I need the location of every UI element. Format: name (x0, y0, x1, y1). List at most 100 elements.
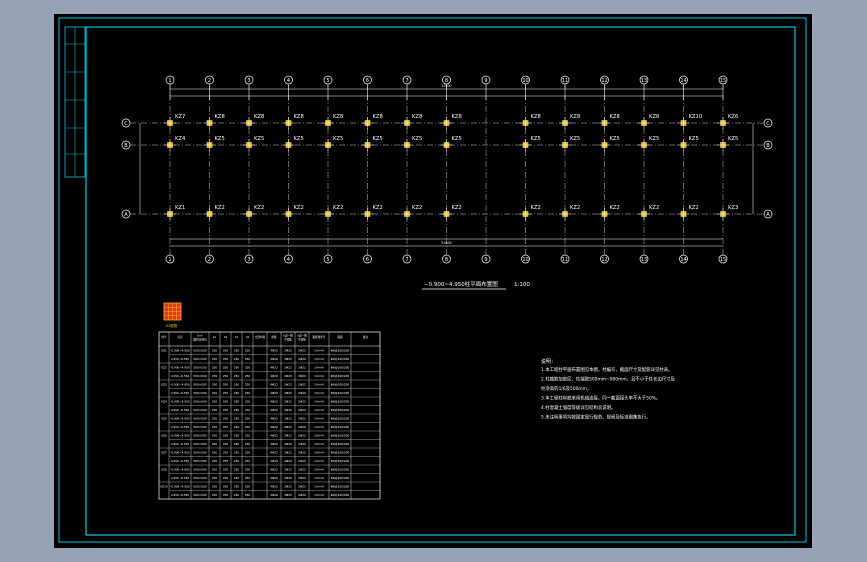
schedule-cell-17-6: 250 (245, 493, 251, 497)
schedule-cell-9-12: Φ8@100/200 (331, 425, 350, 429)
schedule-cell-14-0: KZ8 (161, 467, 167, 471)
schedule-cell-15-3: 250 (212, 476, 218, 480)
schedule-cell-5-4: 250 (223, 391, 229, 395)
axis-label-top-7: 7 (405, 78, 408, 84)
schedule-cell-17-4: 250 (223, 493, 229, 497)
schedule-cell-10-1: -0.900~4.950 (170, 433, 190, 437)
plan-scale: 1:100 (514, 282, 530, 288)
schedule-cell-15-1: 4.950~8.550 (171, 476, 190, 480)
schedule-header-0-0: 柱号 (161, 335, 167, 339)
schedule-cell-4-4: 250 (223, 382, 229, 386)
schedule-cell-9-1: 4.950~8.550 (171, 425, 190, 429)
schedule-cell-1-2: 500×500 (193, 357, 206, 361)
schedule-cell-14-4: 250 (223, 467, 229, 471)
column-label-B-13: KZ5 (649, 136, 659, 142)
schedule-cell-8-9: 2Φ22 (284, 416, 292, 420)
schedule-cell-1-12: Φ8@100/200 (331, 357, 350, 361)
column-label-A-10: KZ2 (531, 205, 541, 211)
schedule-cell-5-12: Φ8@100/200 (331, 391, 350, 395)
schedule-cell-2-9: 2Φ22 (284, 365, 292, 369)
schedule-cell-5-2: 500×500 (193, 391, 206, 395)
schedule-cell-9-11: 1(4×4) (314, 425, 324, 429)
schedule-cell-2-5: 250 (234, 365, 240, 369)
axis-label-bottom-7: 7 (405, 257, 408, 263)
schedule-cell-16-4: 250 (223, 484, 229, 488)
schedule-cell-5-10: 2Φ20 (298, 391, 306, 395)
schedule-header-10-1: 中部筋 (298, 337, 306, 341)
schedule-header-12-0: 箍筋 (337, 335, 343, 339)
schedule-header-2-1: (圆柱直径D) (193, 337, 207, 341)
schedule-cell-8-2: 500×500 (193, 416, 206, 420)
schedule-header-3-0: b1 (213, 335, 217, 339)
axis-label-bottom-3: 3 (247, 257, 250, 263)
axis-label-top-14: 14 (680, 78, 686, 84)
reinforcement-legend: KZ配筋 (163, 302, 182, 328)
column-label-C-4: KZ8 (294, 114, 304, 120)
row-label-left-C: C (124, 121, 128, 127)
binding-strip (64, 26, 86, 178)
legend-caption: KZ配筋 (166, 323, 178, 328)
schedule-cell-17-1: 4.950~8.550 (171, 493, 190, 497)
axis-label-bottom-1: 1 (168, 257, 171, 263)
column-label-C-8: KZ8 (452, 114, 462, 120)
cad-viewport[interactable]: 5340053400112233445566778899101011111212… (54, 14, 812, 548)
schedule-cell-12-0: KZ7 (161, 450, 167, 454)
notes-line-2: 2.柱箍筋加密区：柱端取500mm~900mm，且不小于柱长边尺寸及 (541, 376, 676, 383)
schedule-cell-3-10: 2Φ20 (298, 374, 306, 378)
axis-label-top-3: 3 (247, 78, 250, 84)
column-label-B-2: KZ5 (215, 136, 225, 142)
schedule-cell-0-1: -0.900~4.950 (170, 348, 190, 352)
column-label-C-11: KZ8 (570, 114, 580, 120)
schedule-cell-4-10: 2Φ22 (298, 382, 306, 386)
schedule-cell-2-12: Φ8@100/200 (331, 365, 350, 369)
schedule-cell-6-1: -0.900~4.950 (170, 399, 190, 403)
schedule-cell-17-5: 250 (234, 493, 240, 497)
column-label-C-14: KZ10 (689, 114, 703, 120)
schedule-cell-10-3: 250 (212, 433, 218, 437)
schedule-cell-4-5: 250 (234, 382, 240, 386)
design-notes: 说明：1.本工程柱平面布置图见本图，柱编号、截面尺寸及配筋详见柱表。 2.柱箍筋加… (541, 358, 676, 421)
schedule-cell-1-10: 2Φ20 (298, 357, 306, 361)
schedule-cell-16-6: 250 (245, 484, 251, 488)
schedule-cell-8-10: 2Φ22 (298, 416, 306, 420)
axis-label-bottom-12: 12 (601, 257, 607, 263)
column-label-C-13: KZ8 (649, 114, 659, 120)
schedule-cell-0-9: 2Φ22 (284, 348, 292, 352)
schedule-cell-15-5: 250 (234, 476, 240, 480)
axis-label-bottom-4: 4 (287, 257, 290, 263)
schedule-cell-15-9: 2Φ20 (284, 476, 292, 480)
schedule-cell-17-12: Φ8@100/200 (331, 493, 350, 497)
schedule-cell-2-8: 4Φ22 (270, 365, 278, 369)
axis-label-bottom-15: 15 (720, 257, 726, 263)
axis-label-top-2: 2 (208, 78, 211, 84)
notes-line-5: 4.柱混凝土强度等级详见结构总说明。 (541, 404, 615, 411)
schedule-cell-0-5: 250 (234, 348, 240, 352)
schedule-cell-15-4: 250 (223, 476, 229, 480)
schedule-cell-16-5: 250 (234, 484, 240, 488)
column-label-B-15: KZ5 (728, 136, 738, 142)
schedule-cell-13-4: 250 (223, 459, 229, 463)
schedule-cell-1-8: 4Φ20 (270, 357, 278, 361)
schedule-cell-15-11: 1(4×4) (314, 476, 324, 480)
column-label-B-1: KZ4 (175, 136, 186, 142)
row-label-left-B: B (124, 143, 128, 149)
schedule-cell-3-9: 2Φ20 (284, 374, 292, 378)
schedule-cell-2-6: 250 (245, 365, 251, 369)
schedule-cell-5-5: 250 (234, 391, 240, 395)
schedule-cell-7-4: 250 (223, 408, 229, 412)
column-label-C-6: KZ8 (373, 114, 383, 120)
column-label-B-8: KZ5 (452, 136, 462, 142)
schedule-header-1-0: 标高 (177, 335, 183, 339)
schedule-cell-8-8: 4Φ22 (270, 416, 278, 420)
column-label-C-12: KZ8 (610, 114, 620, 120)
axis-label-top-6: 6 (366, 78, 369, 84)
schedule-cell-9-3: 250 (212, 425, 218, 429)
axis-label-top-4: 4 (287, 78, 290, 84)
schedule-cell-11-4: 250 (223, 442, 229, 446)
schedule-cell-4-12: Φ8@100/200 (331, 382, 350, 386)
schedule-cell-12-12: Φ8@100/200 (331, 450, 350, 454)
schedule-cell-4-11: 1(4×4) (314, 382, 324, 386)
schedule-header-10-0: h边一侧 (297, 334, 307, 338)
column-label-B-3: KZ5 (254, 136, 264, 142)
axis-label-bottom-11: 11 (562, 257, 568, 263)
